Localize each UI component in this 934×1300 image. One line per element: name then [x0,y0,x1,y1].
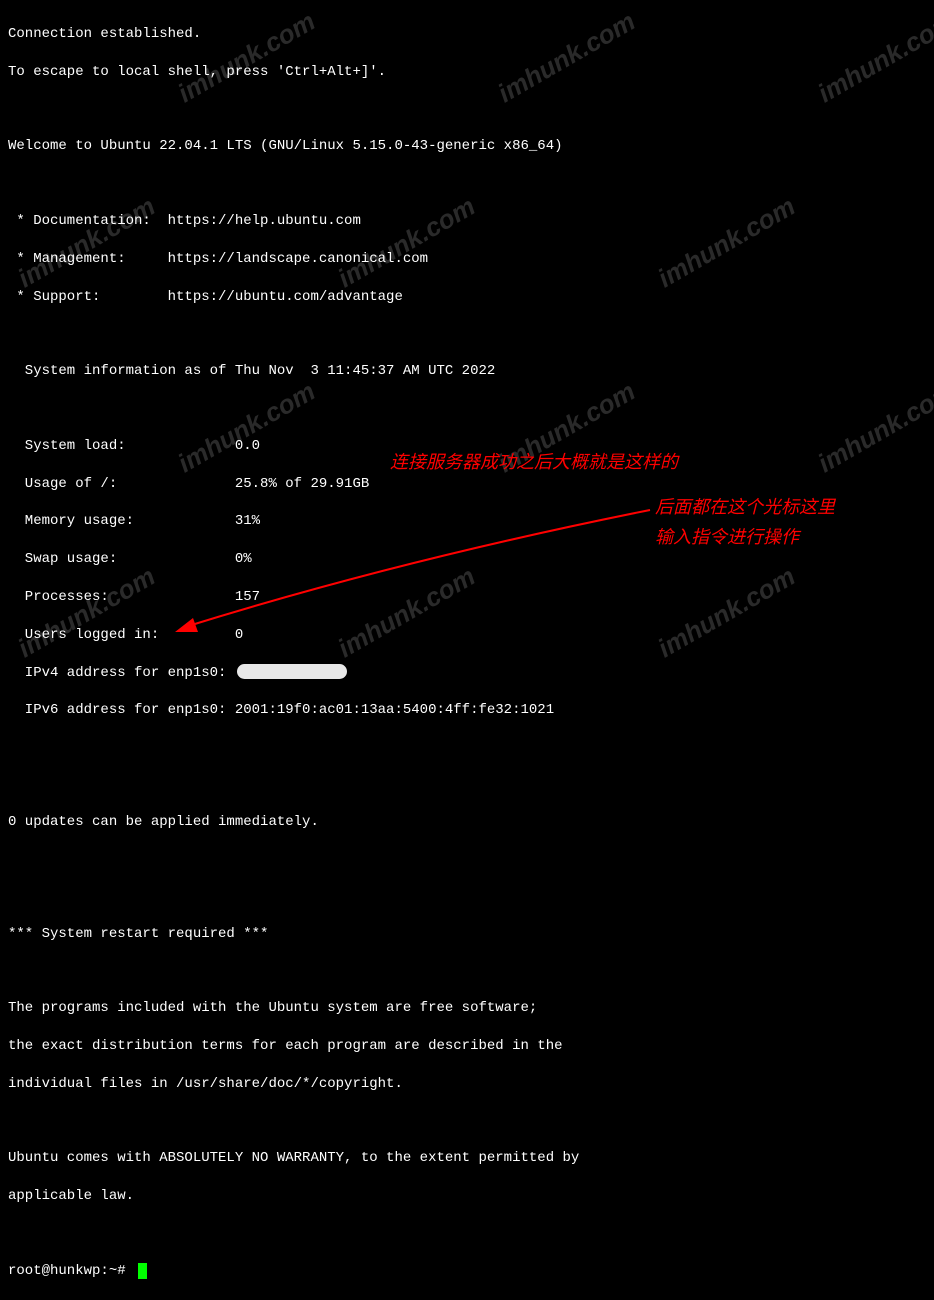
blank-line [8,1225,926,1243]
line-processes: Processes: 157 [8,588,926,607]
blank-line [8,888,926,906]
prompt-line[interactable]: root@hunkwp:~# [8,1262,926,1281]
line-disk-usage: Usage of /: 25.8% of 29.91GB [8,475,926,494]
line-legal1: The programs included with the Ubuntu sy… [8,999,926,1018]
annotation-cursor-hint-2: 输入指令进行操作 [655,525,799,549]
line-sysinfo-header: System information as of Thu Nov 3 11:45… [8,362,926,381]
blank-line [8,739,926,757]
blank-line [8,400,926,418]
line-legal2: the exact distribution terms for each pr… [8,1037,926,1056]
line-ipv6: IPv6 address for enp1s0: 2001:19f0:ac01:… [8,701,926,720]
blank-line [8,325,926,343]
line-connection: Connection established. [8,25,926,44]
line-warranty2: applicable law. [8,1187,926,1206]
line-doc-link: * Documentation: https://help.ubuntu.com [8,212,926,231]
line-welcome: Welcome to Ubuntu 22.04.1 LTS (GNU/Linux… [8,137,926,156]
line-warranty1: Ubuntu comes with ABSOLUTELY NO WARRANTY… [8,1149,926,1168]
terminal-output[interactable]: Connection established. To escape to loc… [8,6,926,1300]
annotation-cursor-hint-1: 后面都在这个光标这里 [655,495,835,519]
line-mgmt-link: * Management: https://landscape.canonica… [8,250,926,269]
line-legal3: individual files in /usr/share/doc/*/cop… [8,1075,926,1094]
blank-line [8,776,926,794]
shell-prompt: root@hunkwp:~# [8,1262,134,1281]
line-support-link: * Support: https://ubuntu.com/advantage [8,288,926,307]
line-escape: To escape to local shell, press 'Ctrl+Al… [8,63,926,82]
line-updates: 0 updates can be applied immediately. [8,813,926,832]
blank-line [8,175,926,193]
ipv4-label: IPv4 address for enp1s0: [8,665,226,681]
cursor-icon [138,1263,147,1279]
blank-line [8,962,926,980]
blank-line [8,1113,926,1131]
ipv4-redacted [237,664,347,679]
watermark: imhunk.com [0,374,2,481]
blank-line [8,100,926,118]
line-restart: *** System restart required *** [8,925,926,944]
line-swap-usage: Swap usage: 0% [8,550,926,569]
line-ipv4: IPv4 address for enp1s0: [8,664,926,683]
line-users: Users logged in: 0 [8,626,926,645]
blank-line [8,851,926,869]
annotation-success-message: 连接服务器成功之后大概就是这样的 [390,450,678,474]
